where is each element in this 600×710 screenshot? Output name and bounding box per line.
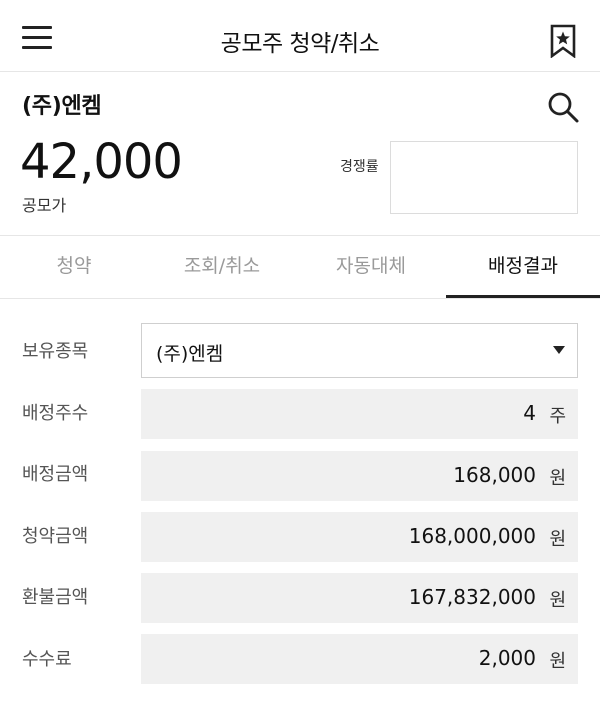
tab-auto-transfer[interactable]: 자동대체 xyxy=(296,236,446,298)
stock-name: (주)엔켐 xyxy=(22,94,102,119)
fee-value: 2,000 xyxy=(478,646,536,670)
subscription-amount-field: 168,000,000 원 xyxy=(141,512,578,562)
page-title: 공모주 청약/취소 xyxy=(220,31,380,57)
fee-field: 2,000 원 xyxy=(141,634,578,684)
holding-label: 보유종목 xyxy=(22,341,89,362)
holding-select[interactable]: (주)엔켐 xyxy=(141,323,578,378)
bookmark-star-icon[interactable] xyxy=(549,24,577,59)
refund-amount-value: 167,832,000 xyxy=(408,585,536,609)
allocated-amount-field: 168,000 원 xyxy=(141,451,578,501)
allocated-shares-field: 4 주 xyxy=(141,389,578,439)
subscription-amount-value: 168,000,000 xyxy=(408,524,536,548)
active-tab-indicator xyxy=(446,295,600,298)
fee-label: 수수료 xyxy=(22,649,72,670)
allocated-amount-unit: 원 xyxy=(549,468,566,489)
tab-subscribe[interactable]: 청약 xyxy=(0,236,148,298)
search-icon[interactable] xyxy=(546,90,580,124)
tab-inquiry-cancel[interactable]: 조회/취소 xyxy=(148,236,296,298)
chevron-down-icon xyxy=(553,346,565,354)
subscription-amount-unit: 원 xyxy=(549,529,566,550)
holding-select-value: (주)엔켐 xyxy=(156,343,224,365)
app-header: 공모주 청약/취소 xyxy=(0,0,600,72)
allocated-shares-value: 4 xyxy=(523,401,536,425)
refund-amount-label: 환불금액 xyxy=(22,587,89,608)
refund-amount-field: 167,832,000 원 xyxy=(141,573,578,623)
competition-rate-box xyxy=(390,141,578,214)
subscription-amount-label: 청약금액 xyxy=(22,526,89,547)
allocated-amount-value: 168,000 xyxy=(453,463,536,487)
allocated-shares-label: 배정주수 xyxy=(22,403,89,424)
competition-rate-label: 경쟁률 xyxy=(340,159,379,175)
refund-amount-unit: 원 xyxy=(549,590,566,611)
allocated-shares-unit: 주 xyxy=(549,406,566,427)
fee-unit: 원 xyxy=(549,651,566,672)
allocated-amount-label: 배정금액 xyxy=(22,464,89,485)
offering-price: 42,000 xyxy=(20,134,183,190)
hamburger-menu-icon[interactable] xyxy=(22,26,52,50)
tab-bar: 청약 조회/취소 자동대체 배정결과 xyxy=(0,235,600,299)
tab-allocation-result[interactable]: 배정결과 xyxy=(446,236,600,298)
offering-price-label: 공모가 xyxy=(22,196,67,215)
